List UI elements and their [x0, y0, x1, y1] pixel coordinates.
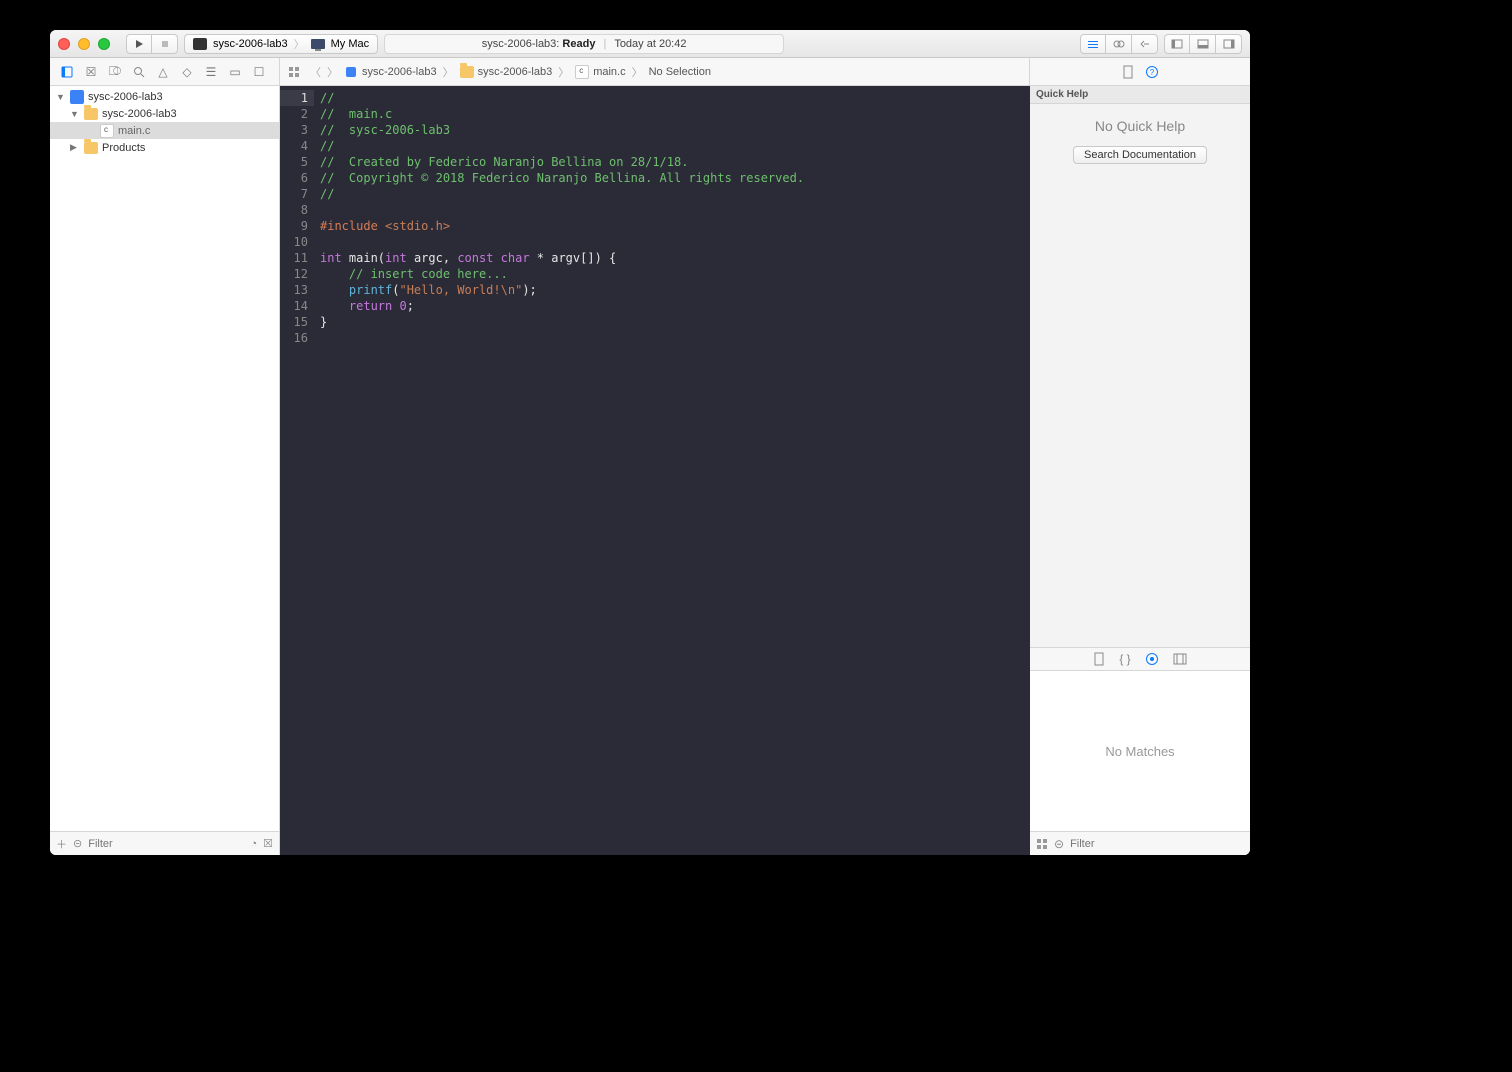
quick-help-inspector-tab[interactable]: ? — [1141, 61, 1163, 83]
status-project: sysc-2006-lab3: Ready — [482, 38, 596, 50]
disclosure-icon[interactable]: ▶ — [70, 142, 80, 153]
library-filter-bar: ⊝ — [1030, 831, 1250, 855]
stop-button[interactable] — [152, 34, 178, 54]
debug-navigator-tab[interactable]: ☰ — [200, 61, 222, 83]
xcode-window: sysc-2006-lab3 〉 My Mac sysc-2006-lab3: … — [50, 30, 1250, 855]
tree-file-main-c[interactable]: main.c — [50, 122, 279, 139]
jump-bar[interactable]: 〈 〉 sysc-2006-lab3 〉 sysc-2006-lab3 〉 ma… — [280, 58, 1030, 85]
library-view-mode-icon[interactable] — [1036, 838, 1048, 850]
zoom-window-button[interactable] — [98, 38, 110, 50]
inspector-tabs: ? — [1030, 58, 1250, 85]
library-filter-input[interactable] — [1070, 838, 1244, 850]
tree-label: sysc-2006-lab3 — [88, 91, 163, 103]
breakpoint-navigator-tab[interactable]: ▭ — [224, 61, 246, 83]
toggle-navigator-button[interactable] — [1164, 34, 1190, 54]
tree-folder[interactable]: ▼ sysc-2006-lab3 — [50, 105, 279, 122]
nav-back-button[interactable]: 〈 — [310, 64, 321, 80]
tree-label: main.c — [118, 125, 150, 137]
device-icon — [311, 39, 325, 49]
issue-navigator-tab[interactable]: △ — [152, 61, 174, 83]
tree-label: Products — [102, 142, 145, 154]
symbol-navigator-tab[interactable]: ⎄ — [104, 61, 126, 83]
tree-label: sysc-2006-lab3 — [102, 108, 177, 120]
svg-text:?: ? — [1150, 68, 1155, 77]
activity-status: sysc-2006-lab3: Ready | Today at 20:42 — [384, 34, 784, 54]
report-navigator-tab[interactable]: ☐ — [248, 61, 270, 83]
panel-toggle-group — [1164, 34, 1242, 54]
secondary-toolbar: ☒ ⎄ △ ◇ ☰ ▭ ☐ 〈 〉 sysc-2006-lab3 〉 — [50, 58, 1250, 86]
project-tree[interactable]: ▼ sysc-2006-lab3 ▼ sysc-2006-lab3 main.c… — [50, 86, 279, 831]
minimize-window-button[interactable] — [78, 38, 90, 50]
related-items-icon[interactable] — [288, 66, 304, 78]
target-icon — [193, 38, 207, 50]
c-file-icon — [100, 124, 114, 138]
no-quick-help-label: No Quick Help — [1044, 118, 1236, 134]
c-file-icon — [575, 65, 589, 79]
run-button[interactable] — [126, 34, 152, 54]
file-template-library-tab[interactable] — [1093, 652, 1105, 666]
navigator-tabs: ☒ ⎄ △ ◇ ☰ ▭ ☐ — [50, 58, 280, 85]
close-window-button[interactable] — [58, 38, 70, 50]
assistant-editor-button[interactable] — [1106, 34, 1132, 54]
toggle-debug-button[interactable] — [1190, 34, 1216, 54]
navigator-filter-bar: ＋ ⊝ ◔ ☒ — [50, 831, 279, 855]
quick-help-header: Quick Help — [1030, 86, 1250, 104]
library-tabs: { } — [1030, 647, 1250, 671]
scheme-divider: 〉 — [294, 36, 305, 52]
no-matches-label: No Matches — [1105, 744, 1174, 759]
line-gutter: 12345678910111213141516 — [280, 86, 314, 855]
project-icon — [70, 90, 84, 104]
file-inspector-tab[interactable] — [1117, 61, 1139, 83]
scm-filter-icon[interactable]: ☒ — [263, 837, 273, 850]
breadcrumb-folder[interactable]: sysc-2006-lab3 — [460, 66, 553, 78]
scheme-target: sysc-2006-lab3 — [213, 38, 288, 50]
find-navigator-tab[interactable] — [128, 61, 150, 83]
quick-help-body: No Quick Help Search Documentation — [1030, 104, 1250, 178]
breadcrumb-file[interactable]: main.c — [575, 65, 625, 79]
filter-icon: ⊝ — [1054, 837, 1064, 851]
recent-filter-icon[interactable]: ◔ — [250, 838, 257, 850]
navigator-filter-input[interactable] — [88, 838, 244, 850]
breadcrumb-project[interactable]: sysc-2006-lab3 — [344, 65, 437, 79]
add-button[interactable]: ＋ — [56, 836, 67, 852]
scheme-device: My Mac — [331, 38, 370, 50]
folder-icon — [84, 108, 98, 120]
nav-forward-button[interactable]: 〉 — [327, 64, 338, 80]
source-editor[interactable]: 12345678910111213141516 // // main.c // … — [280, 86, 1030, 855]
source-control-navigator-tab[interactable]: ☒ — [80, 61, 102, 83]
disclosure-icon[interactable]: ▼ — [56, 92, 66, 102]
media-library-tab[interactable] — [1173, 653, 1187, 665]
test-navigator-tab[interactable]: ◇ — [176, 61, 198, 83]
tree-products-folder[interactable]: ▶ Products — [50, 139, 279, 156]
tree-project-root[interactable]: ▼ sysc-2006-lab3 — [50, 88, 279, 105]
code-snippet-library-tab[interactable]: { } — [1119, 652, 1130, 666]
object-library-tab[interactable] — [1145, 652, 1159, 666]
search-documentation-button[interactable]: Search Documentation — [1073, 146, 1207, 164]
version-editor-button[interactable] — [1132, 34, 1158, 54]
project-navigator-tab[interactable] — [56, 61, 78, 83]
scheme-selector[interactable]: sysc-2006-lab3 〉 My Mac — [184, 34, 378, 54]
toggle-inspector-button[interactable] — [1216, 34, 1242, 54]
folder-icon — [460, 66, 474, 78]
code-area[interactable]: // // main.c // sysc-2006-lab3 // // Cre… — [314, 86, 1030, 855]
library-body: No Matches — [1030, 671, 1250, 831]
disclosure-icon[interactable]: ▼ — [70, 109, 80, 119]
toolbar: sysc-2006-lab3 〉 My Mac sysc-2006-lab3: … — [50, 30, 1250, 58]
status-timestamp: Today at 20:42 — [614, 38, 686, 50]
filter-icon: ⊝ — [73, 837, 82, 850]
standard-editor-button[interactable] — [1080, 34, 1106, 54]
folder-icon — [84, 142, 98, 154]
inspector-panel: Quick Help No Quick Help Search Document… — [1030, 86, 1250, 855]
editor-mode-group — [1080, 34, 1158, 54]
breadcrumb-selection[interactable]: No Selection — [649, 66, 711, 78]
main-body: ▼ sysc-2006-lab3 ▼ sysc-2006-lab3 main.c… — [50, 86, 1250, 855]
window-controls — [58, 38, 110, 50]
run-stop-group — [126, 34, 178, 54]
navigator-sidebar: ▼ sysc-2006-lab3 ▼ sysc-2006-lab3 main.c… — [50, 86, 280, 855]
